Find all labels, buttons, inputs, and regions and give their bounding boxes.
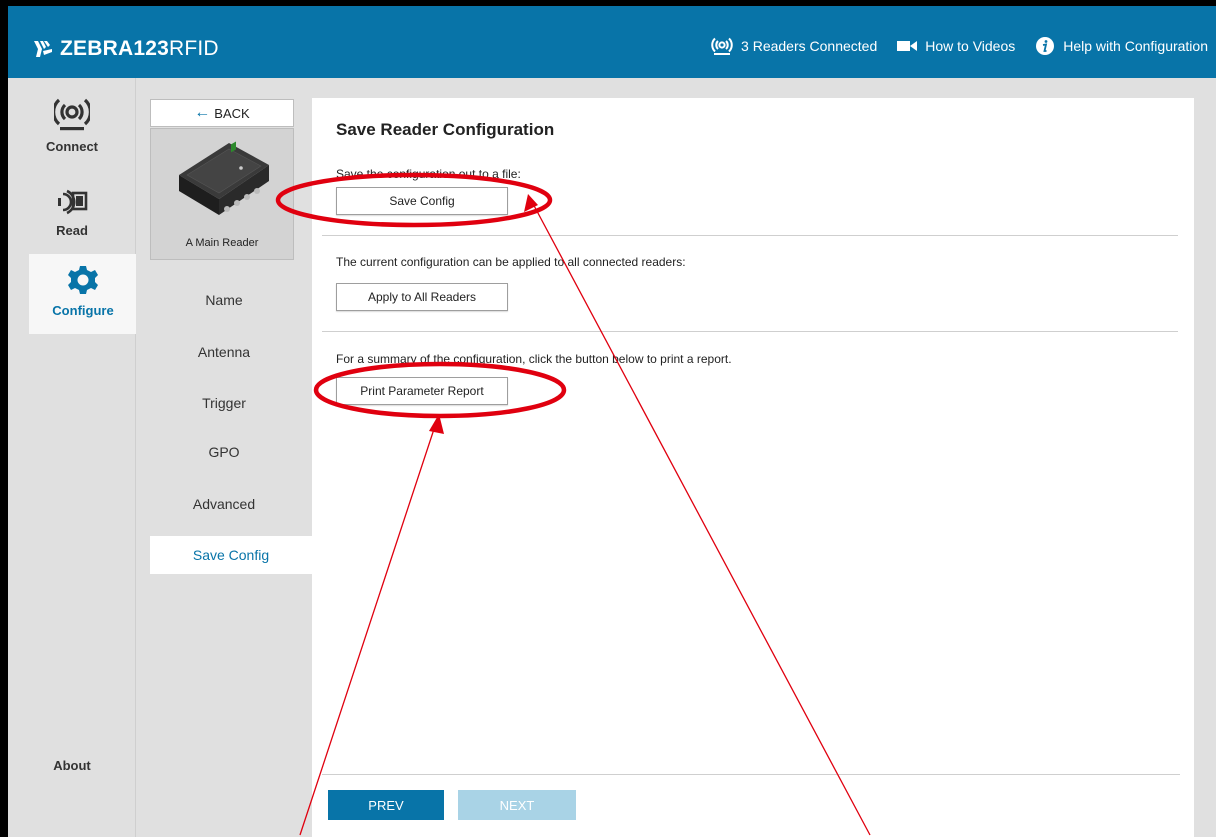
apply-to-all-readers-button[interactable]: Apply to All Readers: [336, 283, 508, 311]
nav-read-label: Read: [56, 223, 88, 238]
brand-name: ZEBRA: [60, 37, 134, 60]
product-number: 123: [133, 37, 169, 60]
readers-icon: [711, 37, 733, 55]
header-links: 3 Readers Connected How to Videos Help w…: [691, 36, 1208, 56]
page-title: Save Reader Configuration: [336, 120, 555, 139]
print-parameter-report-button[interactable]: Print Parameter Report: [336, 377, 508, 405]
section-divider: [322, 235, 1178, 236]
nav-about[interactable]: About: [8, 758, 136, 773]
help-with-configuration-label: Help with Configuration: [1063, 38, 1208, 54]
subnav-item-gpo[interactable]: GPO: [150, 444, 298, 460]
reader-name: A Main Reader: [185, 237, 259, 249]
nav-configure[interactable]: Configure: [29, 254, 137, 334]
readers-connected-label: 3 Readers Connected: [741, 38, 878, 54]
back-button[interactable]: ← BACK: [150, 99, 294, 127]
next-button: NEXT: [458, 790, 576, 820]
subnav-item-antenna[interactable]: Antenna: [150, 344, 298, 360]
primary-sidebar: Connect Read Configure About: [8, 78, 137, 837]
connect-icon: [52, 98, 92, 131]
apply-all-description: The current configuration can be applied…: [336, 255, 686, 269]
readers-connected-link[interactable]: 3 Readers Connected: [711, 37, 877, 55]
nav-configure-label: Configure: [52, 303, 114, 318]
nav-connect[interactable]: Connect: [8, 98, 136, 154]
read-icon: [58, 189, 88, 215]
nav-about-label: About: [53, 758, 91, 773]
help-with-configuration-link[interactable]: Help with Configuration: [1035, 36, 1208, 56]
main-content: Save Reader Configuration Save the confi…: [312, 78, 1216, 837]
arrow-left-icon: ←: [194, 104, 211, 121]
subnav-item-save-config[interactable]: Save Config: [150, 536, 312, 574]
section-divider: [322, 331, 1178, 332]
gear-icon: [68, 266, 98, 294]
rfid-reader-image: [179, 141, 269, 215]
footer-divider: [322, 774, 1180, 775]
top-header: ZEBRA 123 RFID 3 Readers Connected How t…: [8, 6, 1216, 78]
subnav-item-trigger[interactable]: Trigger: [150, 395, 298, 411]
video-camera-icon: [897, 41, 918, 51]
info-icon: [1036, 37, 1055, 55]
how-to-videos-label: How to Videos: [925, 38, 1016, 54]
how-to-videos-link[interactable]: How to Videos: [897, 38, 1015, 54]
app-logo: ZEBRA 123 RFID: [32, 37, 219, 61]
zebra-head-icon: [34, 41, 52, 57]
prev-button[interactable]: PREV: [328, 790, 444, 820]
subnav-item-name[interactable]: Name: [150, 292, 298, 308]
product-suffix: RFID: [168, 37, 219, 60]
save-config-description: Save the configuration out to a file:: [336, 167, 521, 181]
nav-read[interactable]: Read: [8, 188, 136, 238]
reader-card: A Main Reader: [150, 128, 294, 260]
save-config-button[interactable]: Save Config: [336, 187, 508, 215]
configure-subnav: ← BACK A Main Reader Name Antenna Trigge…: [136, 78, 312, 837]
save-config-panel: Save Reader Configuration Save the confi…: [312, 98, 1194, 837]
print-report-description: For a summary of the configuration, clic…: [336, 352, 732, 366]
app-window: ZEBRA 123 RFID 3 Readers Connected How t…: [0, 0, 1216, 837]
back-label: BACK: [214, 105, 250, 121]
nav-connect-label: Connect: [46, 139, 98, 154]
subnav-item-advanced[interactable]: Advanced: [150, 496, 298, 512]
